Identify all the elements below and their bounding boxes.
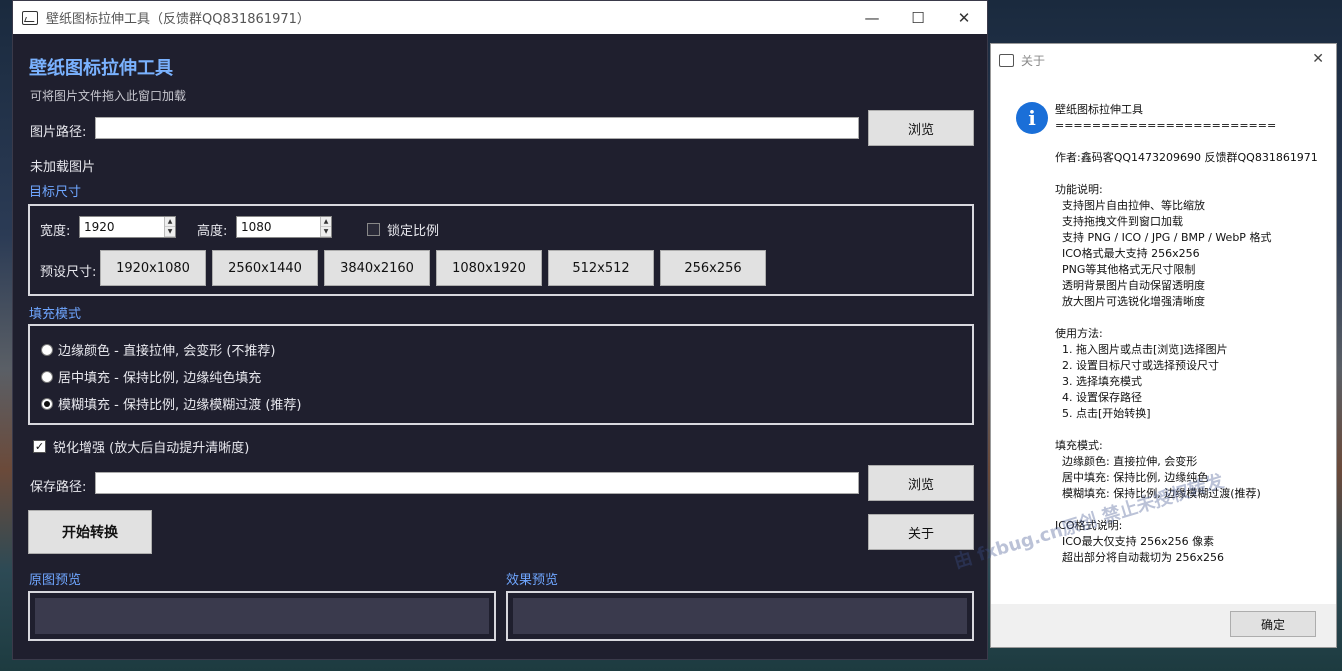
about-title: 关于 — [1021, 53, 1046, 68]
about-dialog: 关于 ✕ i 壁纸图标拉伸工具 ========================… — [990, 43, 1337, 648]
window-title: 壁纸图标拉伸工具（反馈群QQ831861971） — [46, 12, 310, 27]
window-controls: — ☐ ✕ — [849, 1, 987, 34]
target-size-title: 目标尺寸 — [29, 185, 82, 200]
result-preview-panel — [506, 591, 974, 641]
preset-2560x1440-button[interactable]: 2560x1440 — [212, 250, 318, 286]
close-button[interactable]: ✕ — [941, 1, 987, 34]
about-titlebar[interactable]: 关于 ✕ — [991, 44, 1336, 76]
sharpen-label: 锐化增强 (放大后自动提升清晰度) — [53, 441, 250, 456]
checkbox-box[interactable] — [367, 223, 380, 236]
width-spin-arrows[interactable]: ▲ ▼ — [164, 217, 175, 237]
fill-mode-edge-radio[interactable]: 边缘颜色 - 直接拉伸, 会变形 (不推荐) — [41, 340, 276, 359]
preset-1080x1920-button[interactable]: 1080x1920 — [436, 250, 542, 286]
height-spinbox[interactable]: 1080 ▲ ▼ — [236, 216, 332, 238]
info-icon: i — [1016, 102, 1048, 134]
preset-1920x1080-button[interactable]: 1920x1080 — [100, 250, 206, 286]
spin-down-icon[interactable]: ▼ — [321, 227, 331, 237]
fill-mode-title: 填充模式 — [29, 307, 82, 322]
fill-mode-center-radio[interactable]: 居中填充 - 保持比例, 边缘纯色填充 — [41, 367, 261, 386]
image-browse-button[interactable]: 浏览 — [868, 110, 974, 146]
image-path-label: 图片路径: — [30, 125, 87, 140]
save-browse-button[interactable]: 浏览 — [868, 465, 974, 501]
preset-3840x2160-button[interactable]: 3840x2160 — [324, 250, 430, 286]
fill-mode-edge-label: 边缘颜色 - 直接拉伸, 会变形 (不推荐) — [58, 344, 276, 359]
preset-512x512-button[interactable]: 512x512 — [548, 250, 654, 286]
height-label: 高度: — [197, 224, 228, 239]
width-value: 1920 — [84, 220, 115, 234]
save-path-label: 保存路径: — [30, 480, 87, 495]
fill-mode-center-label: 居中填充 - 保持比例, 边缘纯色填充 — [58, 371, 262, 386]
start-convert-button[interactable]: 开始转换 — [28, 510, 152, 554]
radio-dot[interactable] — [41, 370, 53, 383]
fill-mode-blur-label: 模糊填充 - 保持比例, 边缘模糊过渡 (推荐) — [58, 398, 302, 413]
height-spin-arrows[interactable]: ▲ ▼ — [320, 217, 331, 237]
about-close-button[interactable]: ✕ — [1312, 51, 1324, 67]
spin-up-icon[interactable]: ▲ — [321, 217, 331, 227]
preset-256x256-button[interactable]: 256x256 — [660, 250, 766, 286]
main-titlebar[interactable]: 壁纸图标拉伸工具（反馈群QQ831861971） — ☐ ✕ — [13, 1, 987, 34]
main-client-area: 壁纸图标拉伸工具 可将图片文件拖入此窗口加载 图片路径: 浏览 未加载图片 目标… — [13, 34, 987, 659]
about-button[interactable]: 关于 — [868, 514, 974, 550]
width-spinbox[interactable]: 1920 ▲ ▼ — [79, 216, 176, 238]
ok-button[interactable]: 确定 — [1230, 611, 1316, 637]
fill-mode-blur-radio[interactable]: 模糊填充 - 保持比例, 边缘模糊过渡 (推荐) — [41, 394, 302, 413]
app-subtitle: 可将图片文件拖入此窗口加载 — [30, 89, 187, 103]
result-preview-label: 效果预览 — [506, 573, 559, 588]
lock-ratio-label: 锁定比例 — [387, 224, 440, 239]
height-value: 1080 — [241, 220, 272, 234]
picture-icon — [22, 10, 38, 25]
radio-dot[interactable] — [41, 343, 53, 356]
original-preview-label: 原图预览 — [29, 573, 82, 588]
app-heading: 壁纸图标拉伸工具 — [29, 58, 173, 79]
image-path-input[interactable] — [95, 117, 859, 139]
image-status: 未加载图片 — [30, 160, 96, 175]
sharpen-checkbox[interactable]: ✓ 锐化增强 (放大后自动提升清晰度) — [33, 437, 249, 456]
about-footer: 确定 — [991, 604, 1336, 647]
picture-icon — [999, 53, 1014, 67]
radio-dot-selected[interactable] — [41, 397, 53, 410]
lock-ratio-checkbox[interactable]: 锁定比例 — [367, 220, 439, 239]
checkmark-icon[interactable]: ✓ — [33, 440, 46, 453]
maximize-button[interactable]: ☐ — [895, 1, 941, 34]
spin-up-icon[interactable]: ▲ — [165, 217, 175, 227]
main-window: 壁纸图标拉伸工具（反馈群QQ831861971） — ☐ ✕ 壁纸图标拉伸工具 … — [12, 0, 988, 660]
width-label: 宽度: — [40, 224, 71, 239]
minimize-button[interactable]: — — [849, 1, 895, 34]
spin-down-icon[interactable]: ▼ — [165, 227, 175, 237]
save-path-input[interactable] — [95, 472, 859, 494]
preset-size-label: 预设尺寸: — [40, 265, 97, 280]
original-preview-panel — [28, 591, 496, 641]
